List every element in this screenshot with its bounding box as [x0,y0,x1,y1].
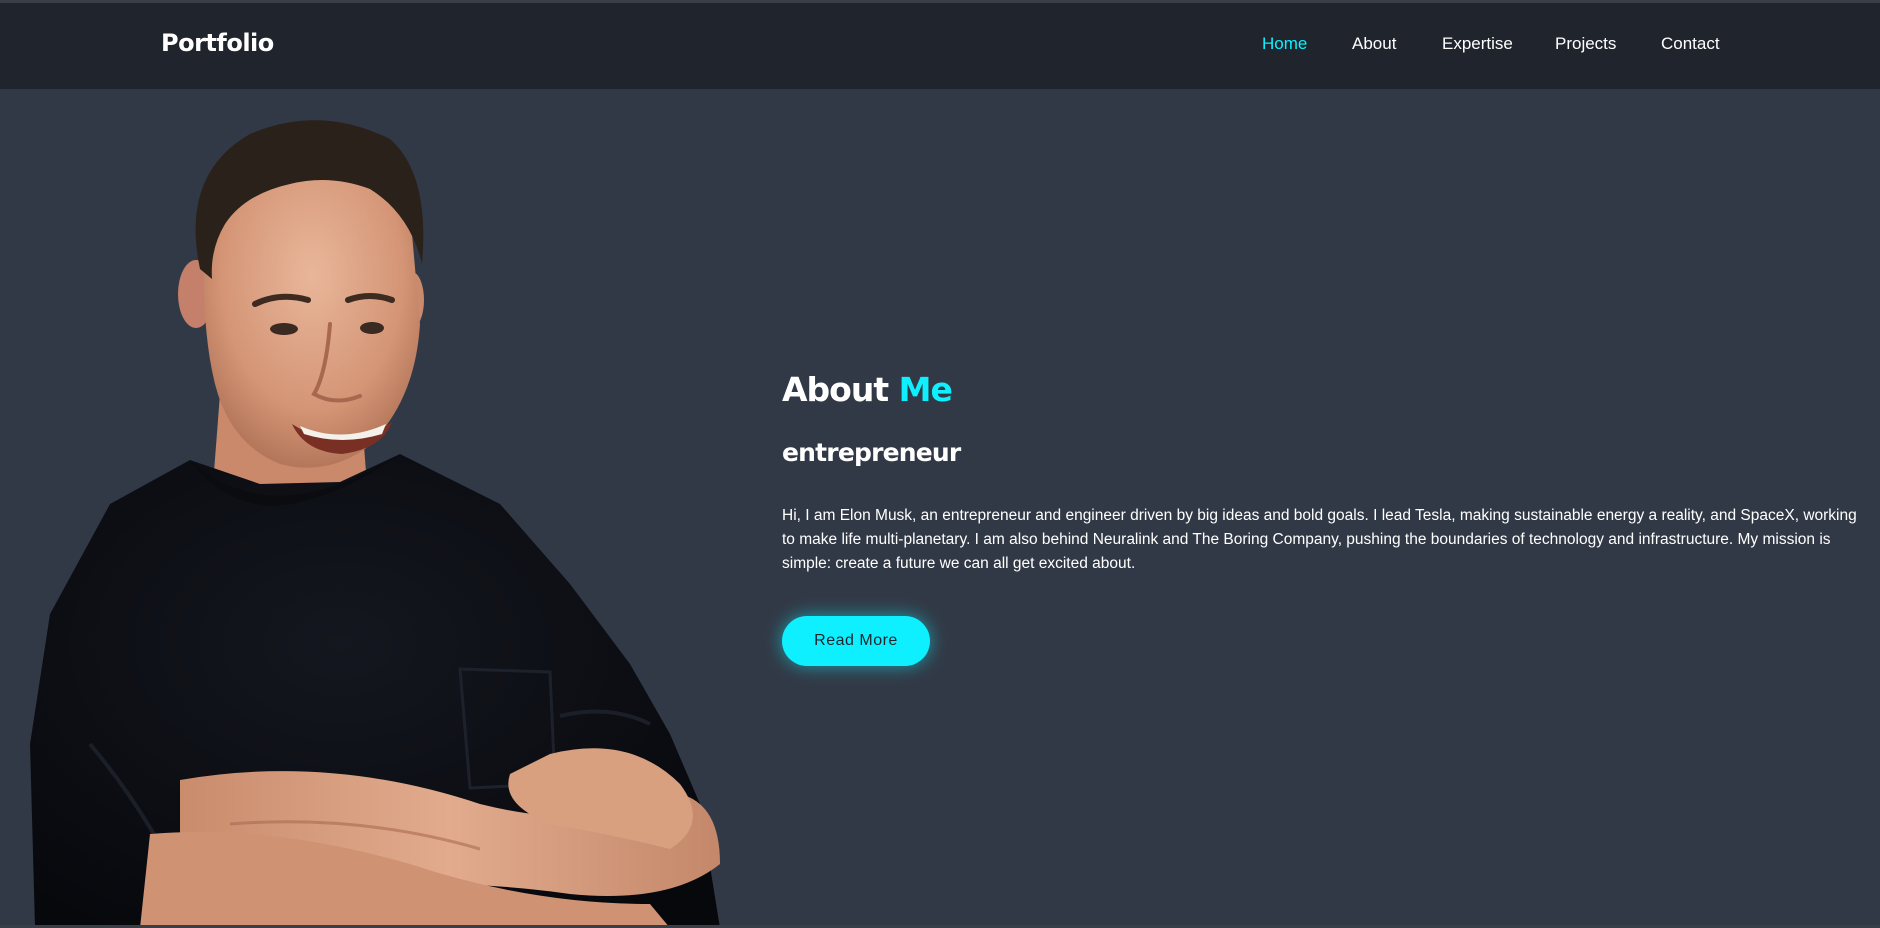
nav-link-contact[interactable]: Contact [1661,34,1720,54]
read-more-button[interactable]: Read More [782,616,930,666]
person-figure [30,120,720,928]
nav-link-expertise[interactable]: Expertise [1442,34,1513,54]
title-main: About [782,370,889,409]
bio-paragraph: Hi, I am Elon Musk, an entrepreneur and … [782,507,1857,572]
navbar: Portfolio Home About Expertise Projects … [0,3,1880,89]
profile-portrait [30,120,720,928]
nav-link-projects[interactable]: Projects [1555,34,1616,54]
nav-link-about[interactable]: About [1352,34,1396,54]
about-section: About Me entrepreneur Hi, I am Elon Musk… [782,370,1862,666]
role-subtitle: entrepreneur [782,438,961,467]
nav-menu: Home About Expertise Projects Contact [0,34,1880,64]
title-accent: Me [898,370,953,409]
page-title: About Me [782,370,1862,414]
nav-link-home[interactable]: Home [1262,34,1307,54]
